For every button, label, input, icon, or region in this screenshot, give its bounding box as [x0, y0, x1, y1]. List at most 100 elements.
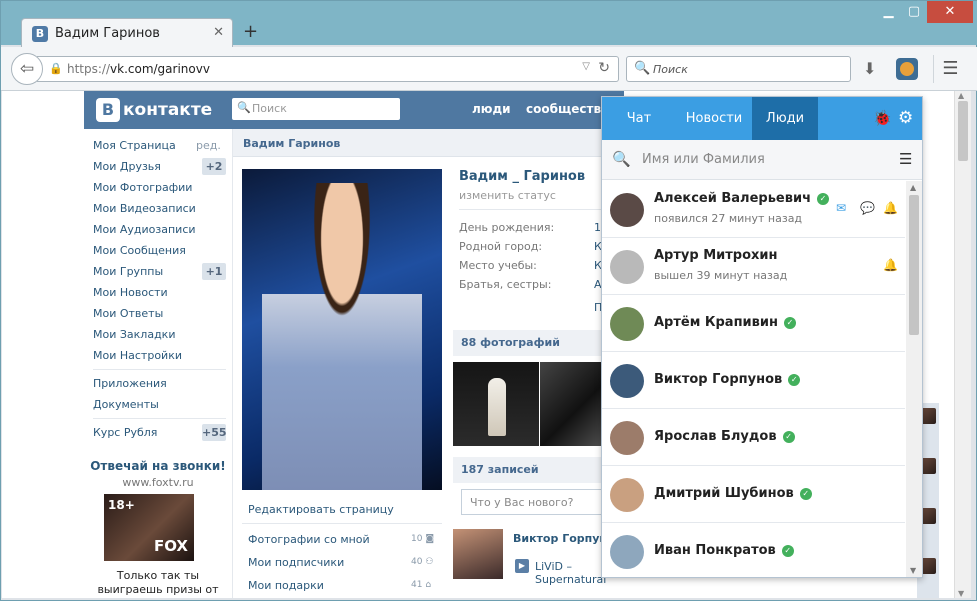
- change-status-link[interactable]: изменить статус: [459, 189, 556, 202]
- friend-row[interactable]: Иван Понкратов ✓: [602, 523, 905, 577]
- close-window-icon[interactable]: ✕: [927, 1, 973, 23]
- avatar[interactable]: [610, 478, 644, 512]
- list-menu-icon[interactable]: ☰: [899, 150, 912, 168]
- maximize-icon[interactable]: ▢: [901, 1, 927, 23]
- tab-chat[interactable]: Чат: [602, 97, 676, 140]
- browser-tab[interactable]: В Вадим Гаринов ✕: [21, 18, 233, 48]
- hamburger-menu-icon[interactable]: ☰: [933, 55, 967, 83]
- friend-row[interactable]: Алексей Валерьевич ✓ появился 27 минут на…: [602, 181, 905, 238]
- friend-name[interactable]: Дмитрий Шубинов ✓: [654, 486, 812, 501]
- extension-icon[interactable]: [896, 58, 918, 80]
- profile-photo[interactable]: [242, 169, 442, 490]
- ad-image[interactable]: 18+ FOX: [104, 494, 194, 561]
- scroll-down-icon[interactable]: ▼: [958, 589, 964, 598]
- panel-scroll-thumb[interactable]: [909, 195, 919, 335]
- tab-people[interactable]: Люди: [752, 97, 818, 140]
- followers-link[interactable]: Мои подписчики: [248, 556, 344, 569]
- friend-name[interactable]: Иван Понкратов ✓: [654, 543, 794, 558]
- edit-page-link[interactable]: Редактировать страницу: [248, 503, 394, 516]
- friend-list: Алексей Валерьевич ✓ появился 27 минут на…: [602, 181, 905, 577]
- friend-name[interactable]: Артём Крапивин ✓: [654, 315, 796, 330]
- page-title: Вадим Гаринов: [243, 137, 341, 150]
- photos-section-bar[interactable]: 88 фотографий: [453, 330, 625, 356]
- back-button[interactable]: ⇦: [11, 53, 43, 85]
- friend-name[interactable]: Артур Митрохин: [654, 248, 778, 263]
- chat-icon[interactable]: 💬: [860, 201, 875, 215]
- minimize-icon[interactable]: ▁: [876, 1, 901, 23]
- nav-people[interactable]: люди: [472, 102, 511, 116]
- photo-thumbnail[interactable]: [453, 362, 539, 446]
- friend-row[interactable]: Артур Митрохин вышел 39 минут назад 🔔: [602, 238, 905, 295]
- menu-docs[interactable]: Документы: [93, 398, 159, 411]
- tab-title: Вадим Гаринов: [55, 26, 160, 41]
- divider: [242, 523, 442, 524]
- menu-currency[interactable]: Курс Рубля: [93, 426, 157, 439]
- friend-name[interactable]: Алексей Валерьевич ✓: [654, 191, 830, 206]
- reload-icon[interactable]: ↻: [598, 60, 610, 76]
- menu-my-page[interactable]: Моя Страница: [93, 139, 176, 152]
- photos-with-me-link[interactable]: Фотографии со мной: [248, 533, 370, 546]
- scroll-down-icon[interactable]: ▼: [910, 566, 916, 575]
- scroll-up-icon[interactable]: ▲: [958, 91, 964, 100]
- gifts-link[interactable]: Мои подарки: [248, 579, 324, 592]
- menu-videos[interactable]: Мои Видеозаписи: [93, 202, 196, 215]
- navigation-bar: 🔒 https://vk.com/garinovv ▽ ↻ ⇦ 🔍 Поиск …: [1, 47, 977, 91]
- nav-communities[interactable]: сообщества: [526, 102, 609, 116]
- avatar[interactable]: [610, 364, 644, 398]
- browser-search-box[interactable]: 🔍 Поиск: [626, 56, 851, 82]
- avatar[interactable]: [610, 250, 644, 284]
- avatar[interactable]: [610, 535, 644, 569]
- friend-name[interactable]: Ярослав Блудов ✓: [654, 429, 795, 444]
- ad-title[interactable]: Отвечай на звонки!: [84, 459, 232, 473]
- friend-row[interactable]: Ярослав Блудов ✓: [602, 409, 905, 466]
- scroll-up-icon[interactable]: ▲: [910, 183, 916, 192]
- menu-answers[interactable]: Мои Ответы: [93, 307, 163, 320]
- address-bar[interactable]: 🔒 https://vk.com/garinovv ▽ ↻: [37, 56, 619, 82]
- panel-search-input[interactable]: Имя или Фамилия: [642, 152, 765, 167]
- groups-badge: +1: [202, 263, 226, 280]
- post-author-avatar[interactable]: [453, 529, 503, 579]
- posts-section-bar[interactable]: 187 записей: [453, 457, 625, 483]
- url-dropdown-icon[interactable]: ▽: [582, 61, 590, 72]
- tab-close-icon[interactable]: ✕: [213, 25, 224, 40]
- vk-search-input[interactable]: 🔍 Поиск: [232, 98, 400, 120]
- menu-settings[interactable]: Мои Настройки: [93, 349, 182, 362]
- avatar[interactable]: [610, 421, 644, 455]
- gear-icon[interactable]: ⚙: [898, 108, 913, 128]
- menu-divider: [93, 418, 226, 419]
- friend-row[interactable]: Виктор Горпунов ✓: [602, 352, 905, 409]
- bell-icon[interactable]: 🔔: [883, 201, 898, 215]
- bug-icon[interactable]: 🐞: [873, 109, 892, 127]
- profile-header-bar: Вадим Гаринов: [233, 129, 625, 157]
- mail-icon[interactable]: ✉: [836, 201, 846, 215]
- panel-scrollbar[interactable]: ▲ ▼: [906, 181, 922, 577]
- menu-friends[interactable]: Мои Друзья: [93, 160, 161, 173]
- avatar[interactable]: [610, 193, 644, 227]
- vk-logo[interactable]: Вконтакте: [96, 98, 212, 122]
- bell-icon[interactable]: 🔔: [883, 258, 898, 272]
- avatar[interactable]: [610, 307, 644, 341]
- menu-photos[interactable]: Мои Фотографии: [93, 181, 192, 194]
- panel-search[interactable]: 🔍 Имя или Фамилия ☰: [602, 140, 922, 180]
- menu-messages[interactable]: Мои Сообщения: [93, 244, 186, 257]
- friend-row[interactable]: Артём Крапивин ✓: [602, 295, 905, 352]
- new-tab-icon[interactable]: +: [243, 21, 258, 42]
- title-bar: В Вадим Гаринов ✕ + ▁ ▢ ✕: [1, 1, 977, 48]
- friend-name[interactable]: Виктор Горпунов ✓: [654, 372, 801, 387]
- menu-bookmarks[interactable]: Мои Закладки: [93, 328, 175, 341]
- lock-icon: 🔒: [49, 62, 63, 75]
- menu-audio[interactable]: Мои Аудиозаписи: [93, 223, 196, 236]
- download-icon[interactable]: ⬇: [863, 59, 876, 78]
- menu-apps[interactable]: Приложения: [93, 377, 167, 390]
- info-city-label: Родной город:: [459, 240, 543, 253]
- menu-groups[interactable]: Мои Группы: [93, 265, 163, 278]
- menu-news[interactable]: Мои Новости: [93, 286, 168, 299]
- menu-edit-link[interactable]: ред.: [196, 139, 221, 152]
- tab-news[interactable]: Новости: [676, 97, 752, 140]
- friend-row[interactable]: Дмитрий Шубинов ✓: [602, 466, 905, 523]
- online-icon: ✓: [788, 374, 801, 386]
- page-scroll-thumb[interactable]: [958, 101, 968, 161]
- page-scrollbar[interactable]: ▲ ▼: [954, 91, 971, 598]
- info-siblings-label: Братья, сестры:: [459, 278, 552, 291]
- play-icon[interactable]: ▶: [515, 559, 529, 573]
